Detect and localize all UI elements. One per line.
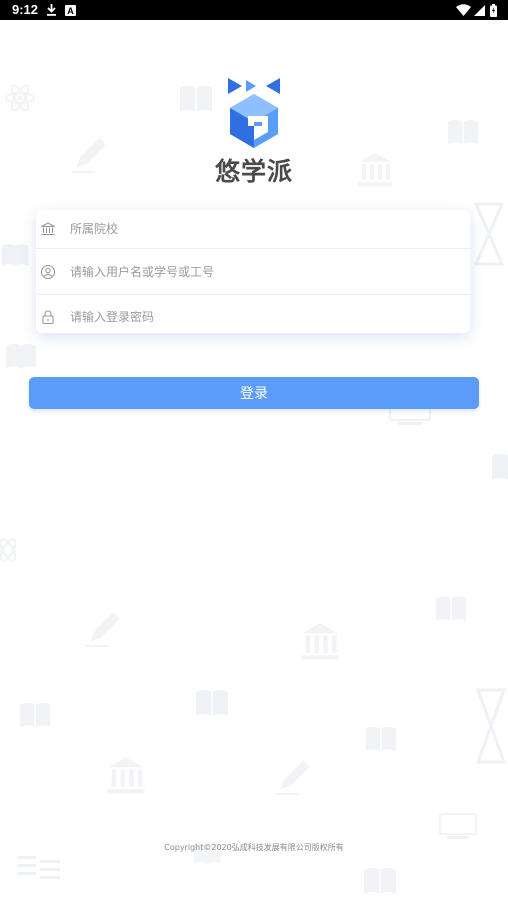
app-name: 悠学派	[214, 157, 293, 186]
copyright-text: Copyright©2020弘成科技发展有限公司版权所有	[164, 843, 344, 852]
password-field[interactable]	[68, 309, 432, 325]
divider	[36, 294, 470, 295]
login-button[interactable]: 登录	[29, 377, 479, 409]
svg-text:A: A	[67, 6, 74, 16]
atom-icon	[5, 84, 35, 112]
text-notification-icon: A	[64, 3, 76, 17]
user-icon	[40, 264, 56, 280]
battery-icon	[489, 3, 497, 17]
book-icon	[1, 244, 29, 266]
school-field-row	[36, 210, 470, 248]
status-bar: 9:12 A	[0, 0, 508, 20]
hourglass-icon	[475, 688, 507, 764]
book-icon	[365, 726, 397, 752]
museum-icon	[107, 757, 145, 794]
pencil-icon	[276, 760, 310, 795]
lock-icon	[40, 309, 56, 325]
book-icon	[364, 868, 396, 894]
pencil-icon	[86, 612, 120, 647]
school-field[interactable]	[68, 221, 432, 237]
password-field-row	[36, 297, 470, 337]
monitor-icon	[438, 813, 478, 839]
username-field[interactable]	[68, 264, 432, 280]
book-icon	[448, 119, 478, 145]
book-icon	[6, 343, 36, 369]
museum-icon	[301, 623, 339, 660]
app-logo	[226, 76, 282, 150]
signal-icon	[473, 3, 485, 17]
username-field-row	[36, 252, 470, 292]
hourglass-icon	[473, 202, 505, 266]
download-icon	[45, 3, 57, 17]
login-form	[36, 210, 470, 333]
book-icon	[19, 702, 51, 728]
translate-icon	[18, 856, 60, 879]
atom-icon	[0, 538, 17, 562]
wifi-icon	[455, 3, 471, 17]
book-icon	[180, 86, 212, 112]
status-time: 9:12	[12, 2, 39, 17]
school-building-icon	[40, 221, 56, 237]
book-icon	[196, 690, 228, 716]
divider	[36, 248, 470, 249]
book-icon	[492, 454, 508, 480]
book-icon	[435, 596, 467, 622]
